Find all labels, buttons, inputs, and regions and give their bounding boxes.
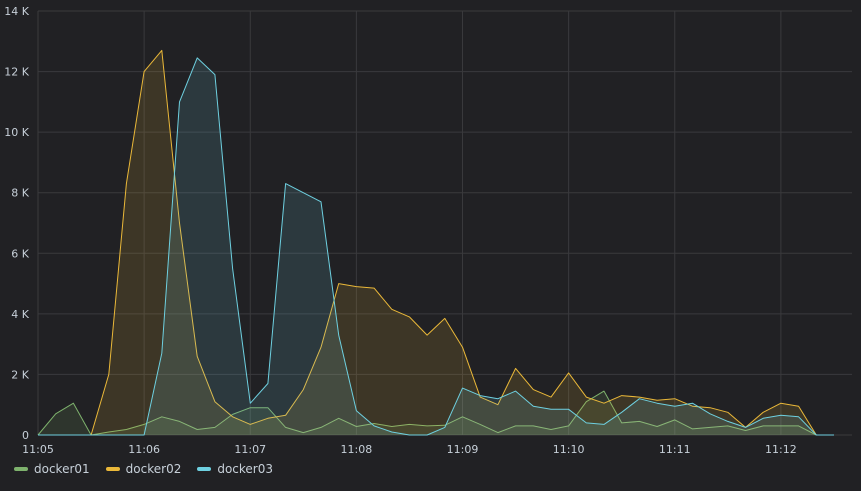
x-tick-label: 11:09 <box>447 443 479 456</box>
legend-label: docker02 <box>125 462 182 476</box>
x-tick-label: 11:08 <box>341 443 373 456</box>
legend-swatch <box>105 467 120 471</box>
x-tick-label: 11:11 <box>659 443 691 456</box>
legend-swatch <box>197 467 212 471</box>
y-tick-label: 8 K <box>11 187 29 200</box>
y-tick-label: 12 K <box>4 66 29 79</box>
legend: docker01 docker02 docker03 <box>14 462 273 476</box>
legend-label: docker01 <box>34 462 90 476</box>
legend-label: docker03 <box>217 462 274 476</box>
series-layer <box>37 49 834 436</box>
x-tick-label: 11:12 <box>765 443 797 456</box>
legend-item-docker03[interactable]: docker03 <box>197 462 273 476</box>
y-tick-label: 10 K <box>4 126 29 139</box>
y-tick-label: 6 K <box>11 247 29 260</box>
x-tick-label: 11:10 <box>553 443 585 456</box>
area-chart: 0 2 K 4 K 6 K 8 K 10 K 12 K 14 K 11:05 11:06 11:07… <box>4 5 852 456</box>
legend-swatch <box>14 467 28 471</box>
y-tick-label: 0 <box>22 429 29 442</box>
legend-item-docker01[interactable]: docker01 <box>14 462 90 476</box>
x-tick-label: 11:06 <box>128 443 160 456</box>
chart-panel: 0 2 K 4 K 6 K 8 K 10 K 12 K 14 K 11:05 11:06 11:07… <box>0 0 861 487</box>
y-tick-label: 2 K <box>11 368 29 381</box>
x-tick-label: 11:07 <box>234 443 266 456</box>
y-tick-label: 4 K <box>11 308 29 321</box>
y-tick-label: 14 K <box>4 5 29 18</box>
x-tick-label: 11:05 <box>22 443 54 456</box>
legend-item-docker02[interactable]: docker02 <box>105 462 182 476</box>
